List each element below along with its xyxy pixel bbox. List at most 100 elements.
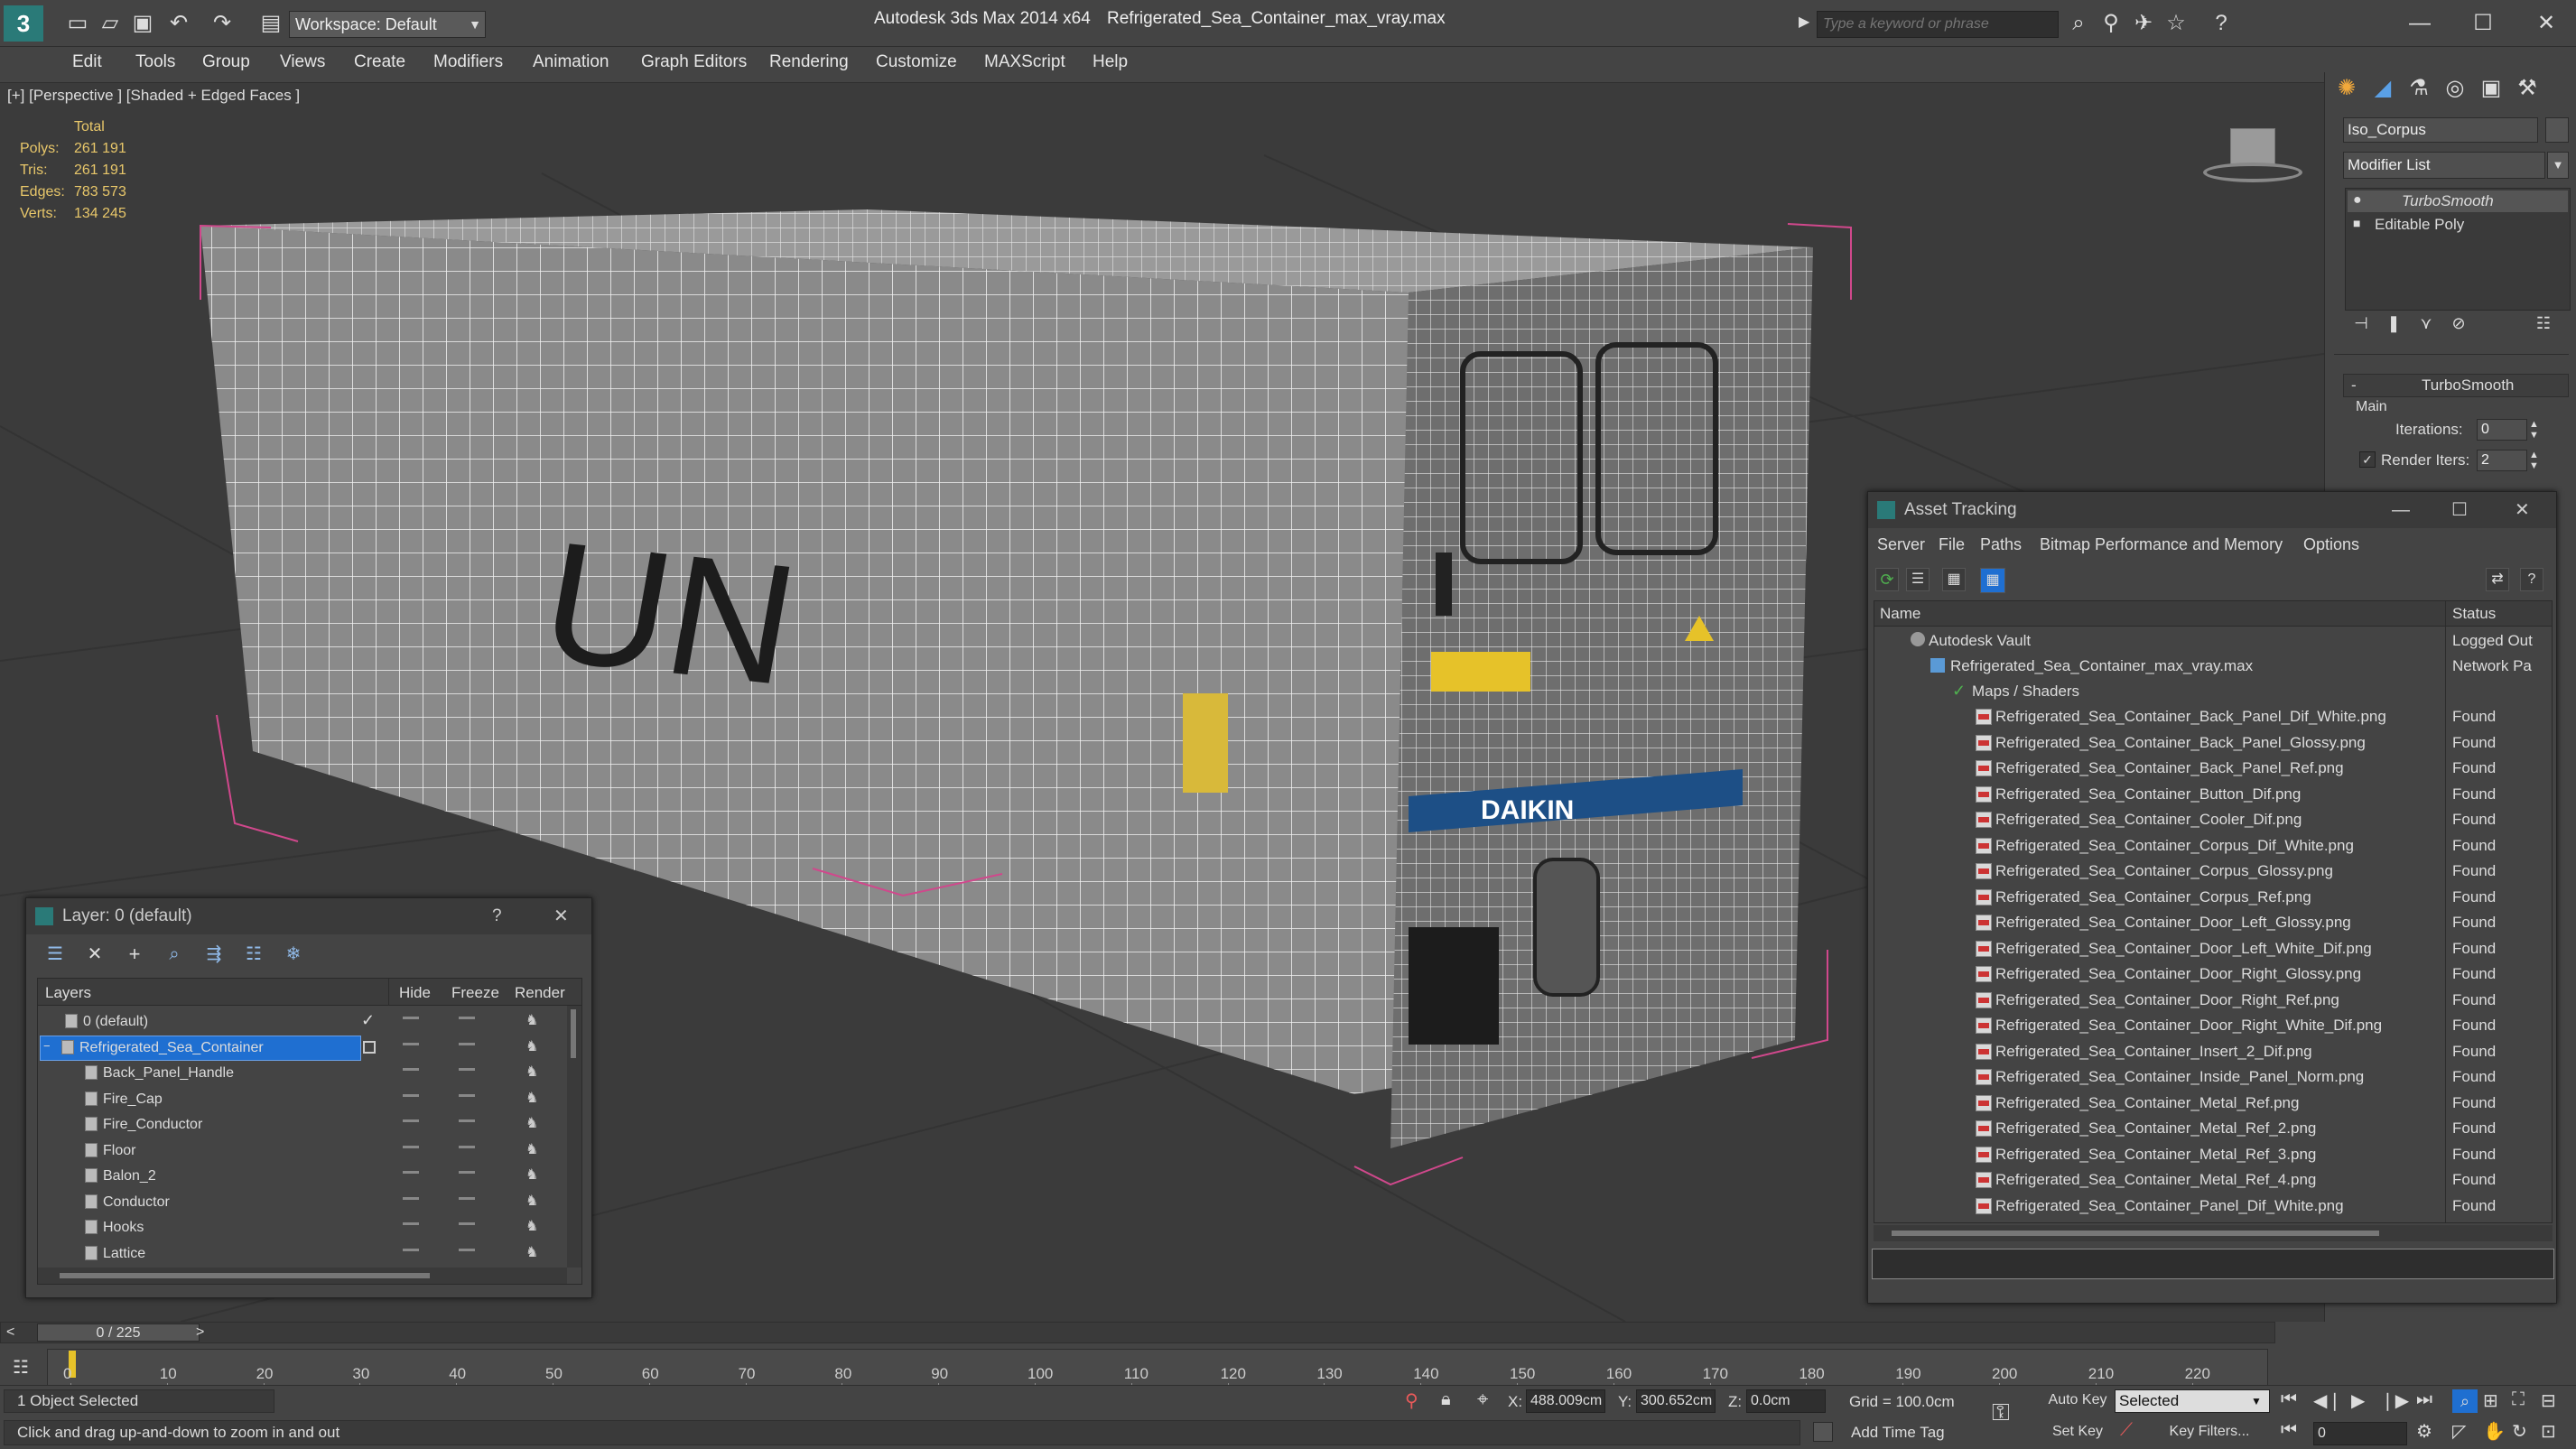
new-file-icon[interactable]: ▭ <box>63 9 92 38</box>
zoom-extents-icon[interactable]: ⛶ <box>2512 1389 2525 1410</box>
render-toggle-icon[interactable]: ♞ <box>525 1063 538 1081</box>
thumbnail-view-icon[interactable]: ▦ <box>1942 568 1966 591</box>
track-bar-icon[interactable]: ☷ <box>13 1356 29 1379</box>
freeze-toggle-icon[interactable] <box>459 1093 475 1097</box>
layer-row[interactable]: Floor ♞ <box>38 1138 567 1164</box>
remove-modifier-icon[interactable]: ⊘ <box>2444 309 2473 338</box>
render-toggle-icon[interactable]: ♞ <box>525 1217 538 1235</box>
selection-lock-icon[interactable]: 🔒︎ <box>1441 1389 1451 1410</box>
add-to-layer-icon[interactable]: + <box>120 940 149 969</box>
close-icon[interactable]: ✕ <box>2532 9 2561 38</box>
y-coord-field[interactable] <box>1636 1389 1716 1413</box>
layer-row[interactable]: Fire_Cap ♞ <box>38 1087 567 1112</box>
layer-row[interactable]: Lattice ♞ <box>38 1241 567 1267</box>
make-unique-icon[interactable]: ⋎ <box>2412 309 2441 338</box>
layer-help-button[interactable]: ? <box>492 898 502 934</box>
menu-create[interactable]: Create <box>354 52 405 72</box>
highlight-layer-icon[interactable]: ⇶ <box>200 940 228 969</box>
freeze-toggle-icon[interactable] <box>459 1017 475 1019</box>
scrollbar-thumb[interactable] <box>1892 1231 2379 1236</box>
table-row[interactable]: Refrigerated_Sea_Container_Panel_Dif_Whi… <box>1874 1194 2552 1219</box>
menu-maxscript[interactable]: MAXScript <box>984 52 1065 72</box>
layer-row[interactable]: Hooks ♞ <box>38 1215 567 1240</box>
selection-set-dropdown[interactable]: Selected ▼ <box>2115 1389 2270 1413</box>
freeze-toggle-icon[interactable] <box>459 1042 475 1045</box>
save-file-icon[interactable]: ▣ <box>128 9 157 38</box>
render-toggle-icon[interactable]: ♞ <box>525 1243 538 1261</box>
object-name-field[interactable] <box>2343 117 2538 143</box>
z-coord-field[interactable] <box>1746 1389 1826 1413</box>
hierarchy-tab-icon[interactable]: ⚗ <box>2404 74 2433 103</box>
menu-rendering[interactable]: Rendering <box>769 52 849 72</box>
time-slider-next-icon[interactable]: > <box>196 1324 204 1341</box>
table-row[interactable]: Refrigerated_Sea_Container_Door_Left_Glo… <box>1874 910 2552 935</box>
time-slider[interactable]: < 0 / 225 > <box>0 1322 2275 1343</box>
hide-all-icon[interactable]: ☷ <box>239 940 268 969</box>
stack-item-editable-poly[interactable]: ■ Editable Poly <box>2348 214 2568 236</box>
layer-titlebar[interactable]: Layer: 0 (default) ? ✕ <box>26 898 591 934</box>
orbit-icon[interactable]: ↻ <box>2512 1420 2527 1443</box>
render-toggle-icon[interactable]: ♞ <box>525 1140 538 1158</box>
layer-horizontal-scrollbar[interactable] <box>38 1268 567 1284</box>
modifier-list-chevron-icon[interactable]: ▼ <box>2547 152 2569 179</box>
layer-row[interactable]: 0 (default) ✓ ♞ <box>38 1009 567 1035</box>
pan-icon[interactable]: ✋ <box>2483 1420 2506 1443</box>
active-layer-check-icon[interactable]: ✓ <box>361 1011 375 1030</box>
freeze-all-icon[interactable]: ❄ <box>279 940 308 969</box>
render-iters-checkbox[interactable]: ✓ <box>2359 451 2376 468</box>
asset-horizontal-scrollbar[interactable] <box>1874 1225 2553 1241</box>
subscription-icon[interactable]: ⚲ <box>2097 9 2125 38</box>
zoom-all-icon[interactable]: ⊞ <box>2483 1389 2498 1412</box>
layer-row[interactable]: − Refrigerated_Sea_Container ♞ <box>38 1035 567 1061</box>
menu-animation[interactable]: Animation <box>533 52 609 72</box>
freeze-toggle-icon[interactable] <box>459 1222 475 1225</box>
table-row[interactable]: Refrigerated_Sea_Container_Back_Panel_Di… <box>1874 704 2552 729</box>
freeze-toggle-icon[interactable] <box>459 1196 475 1200</box>
table-row[interactable]: Refrigerated_Sea_Container_Corpus_Ref.pn… <box>1874 885 2552 910</box>
menu-graph-editors[interactable]: Graph Editors <box>641 52 747 72</box>
configure-sets-icon[interactable]: ☷ <box>2529 309 2558 338</box>
expand-icon[interactable]: ■ <box>2353 216 2360 230</box>
render-toggle-icon[interactable]: ♞ <box>525 1011 538 1029</box>
freeze-toggle-icon[interactable] <box>459 1248 475 1251</box>
prev-frame-icon[interactable]: ◀❘ <box>2313 1389 2342 1412</box>
binoculars-icon[interactable]: ⌕ <box>2064 9 2093 38</box>
create-tab-icon[interactable]: ✺ <box>2332 74 2361 103</box>
table-row[interactable]: ✓ Maps / Shaders <box>1874 679 2552 704</box>
table-row[interactable]: Refrigerated_Sea_Container_Corpus_Glossy… <box>1874 859 2552 884</box>
help-icon[interactable]: ? <box>2207 9 2236 38</box>
x-coord-field[interactable] <box>1526 1389 1605 1413</box>
project-icon[interactable]: ▤ <box>256 9 285 38</box>
render-toggle-icon[interactable]: ♞ <box>525 1037 538 1055</box>
search-input[interactable] <box>1817 11 2059 38</box>
favorites-icon[interactable]: ☆ <box>2162 9 2190 38</box>
select-objects-icon[interactable]: ⌕ <box>160 940 189 969</box>
zoom-extents-all-icon[interactable]: ⊟ <box>2541 1389 2556 1412</box>
freeze-toggle-icon[interactable] <box>459 1068 475 1071</box>
set-key-icon[interactable]: ⟋ <box>2120 1420 2133 1441</box>
modifier-list-dropdown[interactable]: Modifier List <box>2343 152 2545 179</box>
render-toggle-icon[interactable]: ♞ <box>525 1089 538 1107</box>
menu-tools[interactable]: Tools <box>135 52 175 72</box>
utilities-tab-icon[interactable]: ⚒ <box>2513 74 2542 103</box>
lightbulb-icon[interactable]: ● <box>2353 192 2362 209</box>
minimize-icon[interactable]: — <box>2405 9 2434 38</box>
layer-row[interactable]: Back_Panel_Handle ♞ <box>38 1061 567 1086</box>
hide-toggle-icon[interactable] <box>403 1042 419 1045</box>
field-of-view-icon[interactable]: ◸ <box>2452 1420 2466 1443</box>
render-iters-spinner[interactable] <box>2477 450 2527 471</box>
add-time-tag-icon[interactable] <box>1813 1422 1833 1442</box>
iterations-spinner[interactable] <box>2477 419 2527 441</box>
asset-menu-paths[interactable]: Paths <box>1980 535 2022 554</box>
freeze-toggle-icon[interactable] <box>459 1171 475 1174</box>
asset-menu-file[interactable]: File <box>1939 535 1965 554</box>
open-file-icon[interactable]: ▱ <box>96 9 125 38</box>
add-time-tag-label[interactable]: Add Time Tag <box>1851 1424 1945 1442</box>
motion-tab-icon[interactable]: ◎ <box>2441 74 2469 103</box>
scrollbar-thumb[interactable] <box>60 1273 430 1278</box>
table-row[interactable]: Refrigerated_Sea_Container_Metal_Ref_2.p… <box>1874 1116 2552 1141</box>
rollout-header-turbosmooth[interactable]: - TurboSmooth <box>2343 374 2569 397</box>
column-header-freeze[interactable]: Freeze <box>451 984 499 1002</box>
collapse-icon[interactable]: − <box>43 1039 51 1053</box>
render-toggle-icon[interactable]: ♞ <box>525 1166 538 1184</box>
